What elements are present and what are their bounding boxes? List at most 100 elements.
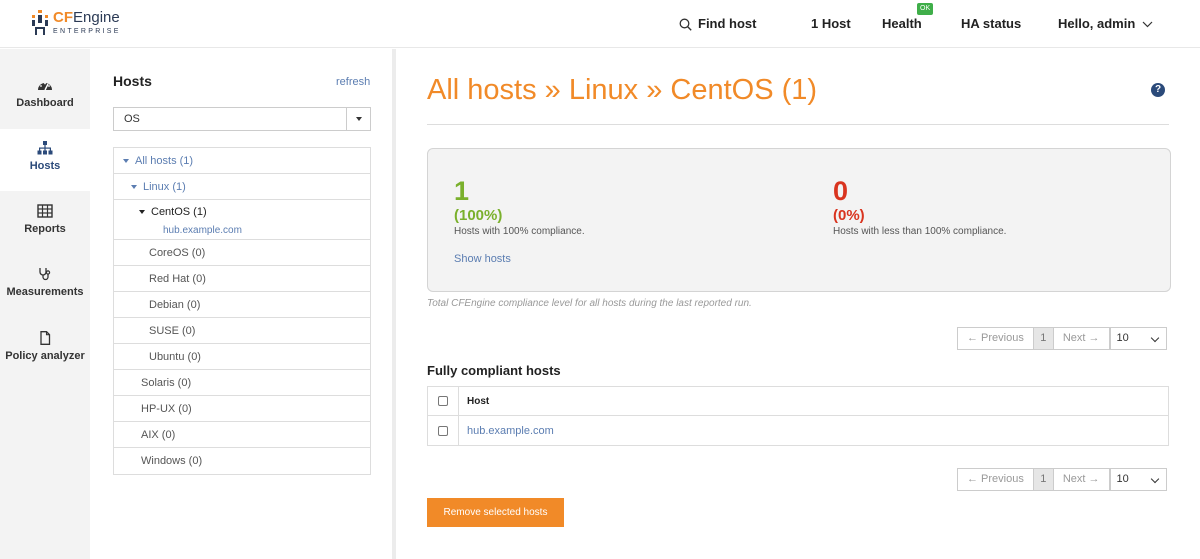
- logo-mark-icon: [32, 10, 48, 35]
- tree-item-label: Red Hat (0): [149, 273, 206, 285]
- side-navigation: Dashboard Hosts Reports Measurements Pol…: [0, 49, 90, 559]
- remove-selected-hosts-button[interactable]: Remove selected hosts: [427, 498, 564, 527]
- find-host-button[interactable]: Find host: [679, 16, 757, 32]
- tree-item-debian[interactable]: Debian (0): [114, 292, 370, 318]
- title-divider: [427, 124, 1169, 125]
- pagination-bottom: ← Previous 1 Next → 10: [957, 468, 1169, 491]
- show-hosts-link[interactable]: Show hosts: [454, 253, 511, 265]
- compliance-footnote: Total CFEngine compliance level for all …: [427, 298, 752, 309]
- tree-item-label: Ubuntu (0): [149, 351, 201, 363]
- host-link[interactable]: hub.example.com: [459, 425, 554, 437]
- tree-item-ubuntu[interactable]: Ubuntu (0): [114, 344, 370, 370]
- compliant-hosts-table: Host hub.example.com: [427, 386, 1169, 446]
- tree-item-label: HP-UX (0): [141, 403, 192, 415]
- host-tree: All hosts (1) Linux (1) CentOS (1) hub.e…: [113, 147, 371, 475]
- compliant-summary: 1 (100%) Hosts with 100% compliance.: [454, 177, 585, 237]
- caret-down-icon: [131, 185, 137, 190]
- column-header-host[interactable]: Host: [459, 396, 489, 407]
- logo-brand-cf: CF: [53, 9, 73, 26]
- table-icon: [37, 204, 53, 218]
- caret-down-icon: [346, 108, 370, 130]
- noncompliant-summary: 0 (0%) Hosts with less than 100% complia…: [833, 177, 1006, 237]
- nav-measurements-label: Measurements: [6, 286, 84, 298]
- chevron-down-icon: [1142, 21, 1153, 27]
- tree-item-redhat[interactable]: Red Hat (0): [114, 266, 370, 292]
- tree-item-label: All hosts (1): [135, 155, 194, 167]
- tree-item-solaris[interactable]: Solaris (0): [114, 370, 370, 396]
- tree-item-label: AIX (0): [141, 429, 176, 441]
- help-icon[interactable]: ?: [1151, 83, 1165, 97]
- previous-page-button[interactable]: ← Previous: [957, 327, 1034, 350]
- row-checkbox[interactable]: [438, 425, 448, 436]
- tree-item-linux[interactable]: Linux (1): [114, 174, 370, 200]
- caret-down-icon: [123, 159, 129, 164]
- user-menu[interactable]: Hello, admin: [1058, 16, 1153, 32]
- hosts-tree-panel: Hosts refresh OS All hosts (1) Linux (1)…: [90, 49, 396, 559]
- table-header-row: Host: [428, 387, 1168, 416]
- tree-item-label: Debian (0): [149, 299, 201, 311]
- compliant-hosts-heading: Fully compliant hosts: [427, 363, 561, 378]
- page-size-select[interactable]: 10: [1109, 468, 1167, 491]
- noncompliant-count: 0: [833, 176, 849, 206]
- search-icon: [679, 18, 692, 31]
- page-title: All hosts » Linux » CentOS (1): [427, 74, 818, 106]
- chevron-down-icon: [1150, 474, 1159, 484]
- nav-reports-label: Reports: [24, 223, 66, 235]
- tree-item-windows[interactable]: Windows (0): [114, 448, 370, 474]
- page-size-select[interactable]: 10: [1109, 327, 1167, 350]
- top-bar: CFEngine ENTERPRISE Find host 1 Host Hea…: [0, 0, 1200, 48]
- chevron-down-icon: [1150, 333, 1159, 343]
- nav-measurements[interactable]: Measurements: [0, 267, 90, 298]
- ha-status-link[interactable]: HA status: [961, 16, 1021, 32]
- nav-hosts[interactable]: Hosts: [0, 129, 90, 191]
- caret-down-icon: [139, 210, 145, 215]
- stethoscope-icon: [39, 268, 51, 281]
- dashboard-icon: [38, 82, 52, 91]
- page-size-value: 10: [1116, 473, 1129, 485]
- tree-item-all-hosts[interactable]: All hosts (1): [114, 148, 370, 174]
- find-host-label: Find host: [698, 16, 757, 31]
- tree-item-label: Solaris (0): [141, 377, 192, 389]
- tree-item-host[interactable]: hub.example.com: [114, 222, 370, 240]
- nav-dashboard[interactable]: Dashboard: [0, 78, 90, 109]
- user-greeting: Hello, admin: [1058, 16, 1136, 31]
- tree-item-aix[interactable]: AIX (0): [114, 422, 370, 448]
- logo-subtitle: ENTERPRISE: [53, 28, 121, 35]
- page-number-button[interactable]: 1: [1033, 327, 1054, 350]
- noncompliant-description: Hosts with less than 100% compliance.: [833, 226, 1007, 237]
- nav-policy-analyzer[interactable]: Policy analyzer: [0, 331, 90, 362]
- group-by-select[interactable]: OS: [113, 107, 371, 131]
- tree-item-label: CoreOS (0): [149, 247, 206, 259]
- next-page-button[interactable]: Next →: [1053, 468, 1110, 491]
- tree-item-suse[interactable]: SUSE (0): [114, 318, 370, 344]
- nav-policy-analyzer-label: Policy analyzer: [5, 350, 85, 362]
- compliant-description: Hosts with 100% compliance.: [454, 226, 585, 237]
- tree-item-label: SUSE (0): [149, 325, 196, 337]
- next-page-button[interactable]: Next →: [1053, 327, 1110, 350]
- previous-page-button[interactable]: ← Previous: [957, 468, 1034, 491]
- compliance-summary: 1 (100%) Hosts with 100% compliance. Sho…: [427, 148, 1171, 292]
- health-ok-badge: OK: [917, 3, 934, 15]
- select-all-checkbox[interactable]: [438, 396, 448, 406]
- tree-item-centos[interactable]: CentOS (1): [114, 200, 370, 222]
- refresh-link[interactable]: refresh: [336, 76, 370, 88]
- nav-hosts-label: Hosts: [29, 160, 61, 172]
- pagination-top: ← Previous 1 Next → 10: [957, 327, 1169, 350]
- tree-item-label: Linux (1): [143, 181, 186, 193]
- page-size-value: 10: [1116, 332, 1129, 344]
- compliant-count: 1: [454, 176, 470, 206]
- cfengine-logo[interactable]: CFEngine ENTERPRISE: [31, 10, 121, 36]
- tree-item-label: Windows (0): [141, 455, 203, 467]
- tree-item-coreos[interactable]: CoreOS (0): [114, 240, 370, 266]
- health-link[interactable]: Health: [882, 16, 922, 32]
- nav-dashboard-label: Dashboard: [16, 97, 74, 109]
- host-count-link[interactable]: 1 Host: [811, 16, 851, 32]
- page-number-button[interactable]: 1: [1033, 468, 1054, 491]
- nav-reports[interactable]: Reports: [0, 204, 90, 235]
- tree-item-label: hub.example.com: [163, 225, 242, 236]
- tree-item-hpux[interactable]: HP-UX (0): [114, 396, 370, 422]
- group-by-value: OS: [124, 113, 140, 125]
- noncompliant-percent: (0%): [833, 207, 865, 224]
- tree-item-label: CentOS (1): [151, 206, 207, 218]
- file-icon: [40, 331, 51, 345]
